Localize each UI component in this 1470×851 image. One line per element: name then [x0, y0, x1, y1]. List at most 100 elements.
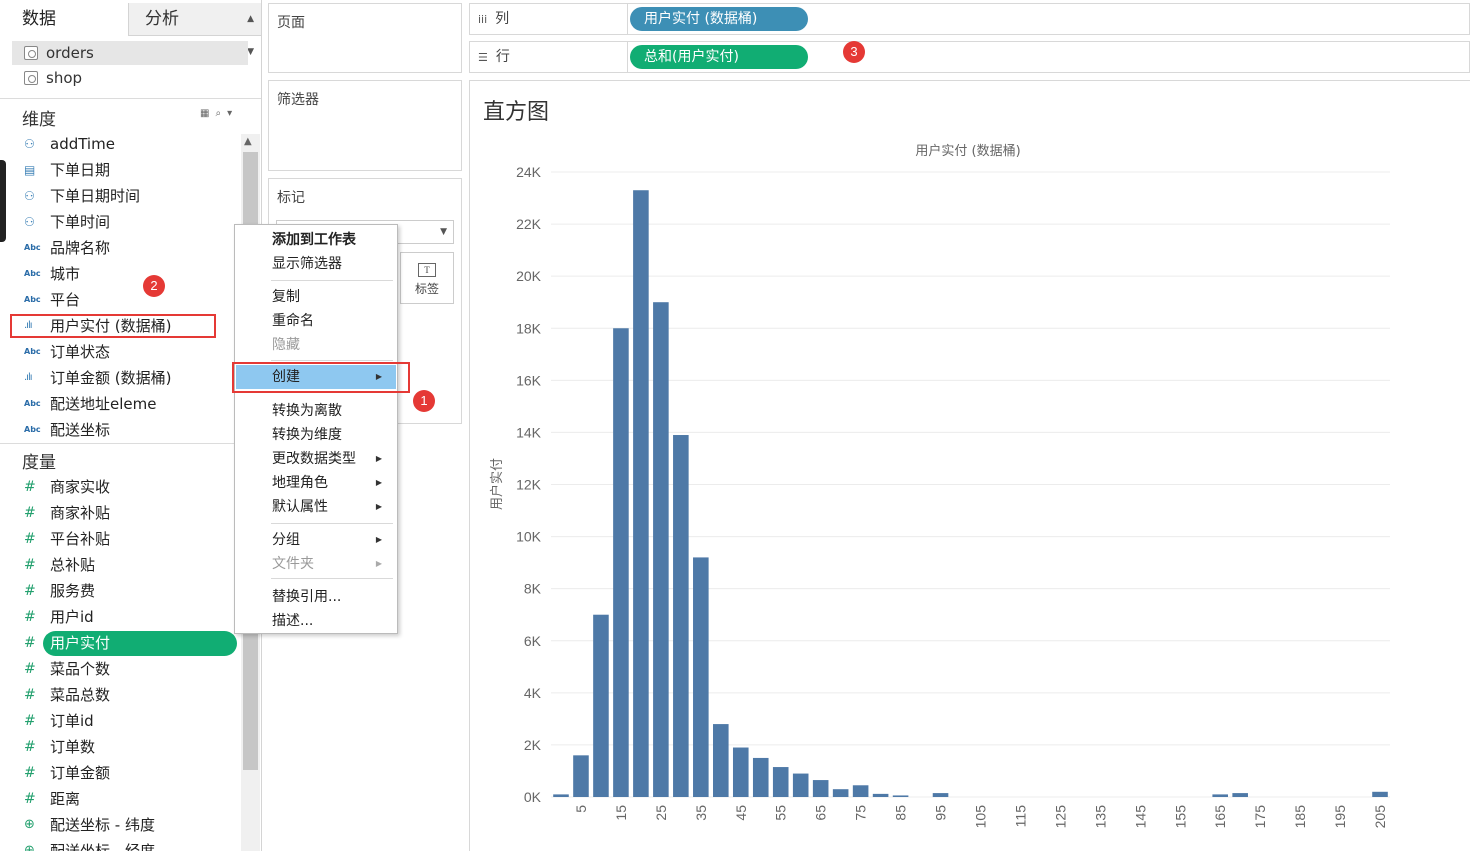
histogram-bar[interactable]: [593, 614, 609, 797]
histogram-bar[interactable]: [932, 793, 949, 797]
field-item[interactable]: # 菜品个数: [0, 656, 240, 682]
histogram-bar[interactable]: [892, 795, 909, 797]
histogram-bar[interactable]: [693, 557, 709, 797]
list-view-icon[interactable]: ▦: [200, 108, 209, 119]
histogram-bar[interactable]: [772, 767, 789, 797]
field-item[interactable]: Abc 平台: [0, 287, 240, 313]
abc-icon: Abc: [24, 399, 41, 408]
columns-shelf[interactable]: iii 列 用户实付 (数据桶): [469, 3, 1470, 35]
tab-analysis[interactable]: 分析 ▲ ▼: [128, 3, 261, 57]
histogram-bar[interactable]: [673, 435, 689, 797]
menu-item[interactable]: 重命名: [236, 309, 396, 333]
field-item[interactable]: # 菜品总数: [0, 682, 240, 708]
field-item[interactable]: Abc 订单状态: [0, 339, 240, 365]
field-item[interactable]: Abc 城市: [0, 261, 240, 287]
measures-title: 度量: [22, 453, 56, 473]
menu-item[interactable]: 复制: [236, 285, 396, 309]
histogram-bar[interactable]: [553, 794, 569, 797]
field-item[interactable]: # 订单数: [0, 734, 240, 760]
menu-item[interactable]: 转换为维度: [236, 423, 396, 447]
field-item[interactable]: # 商家实收: [0, 474, 240, 500]
x-axis: 5 15 25 35 45 55 65 75 85 95 105 115 125 135 145 155 165…: [573, 805, 1388, 829]
histogram-bar[interactable]: [573, 755, 589, 797]
label-button[interactable]: T 标签: [400, 252, 454, 304]
menu-item-label: 隐藏: [272, 337, 300, 353]
histogram-bar[interactable]: [832, 789, 849, 797]
histogram-bar[interactable]: [1232, 793, 1248, 797]
histogram-bar[interactable]: [752, 757, 769, 797]
menu-item[interactable]: 描述...: [236, 609, 396, 633]
field-item[interactable]: ⚇ addTime: [0, 131, 240, 157]
histogram-bar[interactable]: [713, 724, 729, 797]
field-item[interactable]: ⚇ 下单日期时间: [0, 183, 240, 209]
menu-item[interactable]: 默认属性 ▶: [236, 495, 396, 519]
histogram-bar[interactable]: [1372, 791, 1388, 797]
field-item[interactable]: # 平台补贴: [0, 526, 240, 552]
datasource-orders[interactable]: orders: [12, 41, 248, 65]
histogram-bar[interactable]: [633, 190, 649, 798]
datasource-shop[interactable]: shop: [12, 66, 248, 90]
field-item[interactable]: # 距离: [0, 786, 240, 812]
menu-item[interactable]: 添加到工作表: [236, 228, 396, 252]
field-item[interactable]: Abc 配送坐标: [0, 417, 240, 443]
side-handle[interactable]: [0, 160, 6, 242]
field-item[interactable]: ⊕ 配送坐标 - 纬度: [0, 812, 240, 838]
menu-item[interactable]: 转换为离散: [236, 399, 396, 423]
field-item[interactable]: # 用户id: [0, 604, 240, 630]
field-item[interactable]: # 商家补贴: [0, 500, 240, 526]
field-label: 配送地址eleme: [50, 395, 157, 413]
menu-item: 隐藏: [236, 333, 396, 357]
field-item[interactable]: # 服务费: [0, 578, 240, 604]
field-item[interactable]: Abc 配送地址eleme: [0, 391, 240, 417]
tab-data[interactable]: 数据: [0, 3, 128, 36]
menu-separator: [271, 578, 393, 579]
hash-icon: #: [24, 531, 36, 547]
hash-icon: #: [24, 713, 36, 729]
field-item[interactable]: Abc 品牌名称: [0, 235, 240, 261]
filters-card[interactable]: 筛选器: [268, 80, 462, 171]
menu-item-label: 复制: [272, 289, 300, 305]
x-tick-label: 95: [933, 805, 949, 821]
histogram-bar[interactable]: [653, 302, 669, 797]
scroll-up-arrow-icon[interactable]: ▲: [244, 136, 252, 147]
field-label: 订单金额 (数据桶): [50, 369, 172, 387]
histogram-bar[interactable]: [792, 773, 809, 797]
field-item[interactable]: # 用户实付: [0, 630, 240, 656]
chevron-down-icon[interactable]: ▾: [227, 108, 232, 119]
x-tick-label: 135: [1092, 805, 1108, 829]
menu-item[interactable]: 地理角色 ▶: [236, 471, 396, 495]
histogram-bar[interactable]: [732, 747, 749, 797]
field-item[interactable]: ▤ 下单日期: [0, 157, 240, 183]
histogram-bar[interactable]: [872, 793, 889, 797]
rows-shelf[interactable]: ☰ 行 总和(用户实付): [469, 41, 1470, 73]
menu-item[interactable]: 替换引用...: [236, 585, 396, 609]
histogram-bar[interactable]: [1212, 794, 1228, 797]
field-item[interactable]: # 总补贴: [0, 552, 240, 578]
field-item[interactable]: # 订单id: [0, 708, 240, 734]
histogram-bar[interactable]: [613, 328, 629, 797]
annotation-box-field: [10, 314, 216, 338]
pane-tabs: 数据 分析 ▲ ▼: [0, 0, 261, 57]
histogram-bar[interactable]: [852, 785, 869, 797]
menu-item: 文件夹 ▶: [236, 552, 396, 576]
y-tick-label: 14K: [516, 424, 542, 440]
field-item[interactable]: ⊕ 配送坐标 - 经度: [0, 838, 240, 851]
histogram-bar[interactable]: [812, 780, 829, 797]
menu-item[interactable]: 分组 ▶: [236, 528, 396, 552]
chart-top-axis-title: 用户实付 (数据桶): [915, 143, 1020, 159]
field-item[interactable]: .ılı 订单金额 (数据桶): [0, 365, 240, 391]
menu-item[interactable]: 显示筛选器: [236, 252, 396, 276]
field-item[interactable]: ⚇ 下单时间: [0, 209, 240, 235]
rows-pill[interactable]: 总和(用户实付): [630, 45, 808, 69]
pages-card[interactable]: 页面: [268, 3, 462, 73]
hash-icon: #: [24, 661, 36, 677]
y-tick-label: 20K: [516, 268, 542, 284]
field-item[interactable]: # 订单金额: [0, 760, 240, 786]
field-label: 用户实付: [50, 634, 111, 652]
hash-icon: #: [24, 583, 36, 599]
menu-item[interactable]: 更改数据类型 ▶: [236, 447, 396, 471]
columns-pill[interactable]: 用户实付 (数据桶): [630, 7, 808, 31]
search-icon[interactable]: ⌕: [215, 108, 221, 119]
menu-separator: [271, 523, 393, 524]
datasource-icon: [24, 46, 38, 60]
